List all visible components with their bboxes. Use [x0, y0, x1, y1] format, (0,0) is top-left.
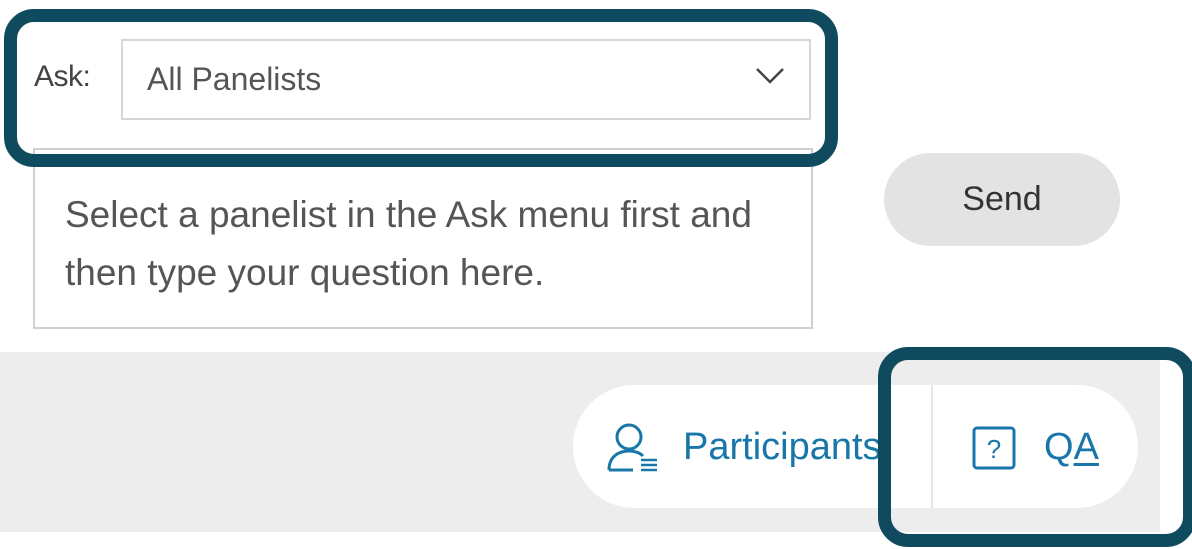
question-box-icon: ? [972, 426, 1016, 470]
qa-label-accesskey: A [1073, 426, 1099, 468]
qa-label-prefix: Q [1044, 426, 1074, 468]
ask-label: Ask: [34, 60, 91, 93]
qa-label: QA [1044, 426, 1099, 469]
ask-dropdown[interactable]: All Panelists [121, 39, 811, 120]
participants-icon [607, 423, 657, 472]
svg-text:?: ? [987, 434, 1001, 464]
ask-selected-value: All Panelists [147, 61, 322, 97]
participants-label: Participants [683, 426, 882, 468]
chevron-down-icon [756, 68, 784, 84]
question-placeholder: Select a panelist in the Ask menu first … [65, 194, 752, 293]
send-button[interactable]: Send [884, 153, 1120, 246]
question-input[interactable]: Select a panelist in the Ask menu first … [33, 148, 813, 329]
panel-switcher-divider [931, 385, 933, 508]
